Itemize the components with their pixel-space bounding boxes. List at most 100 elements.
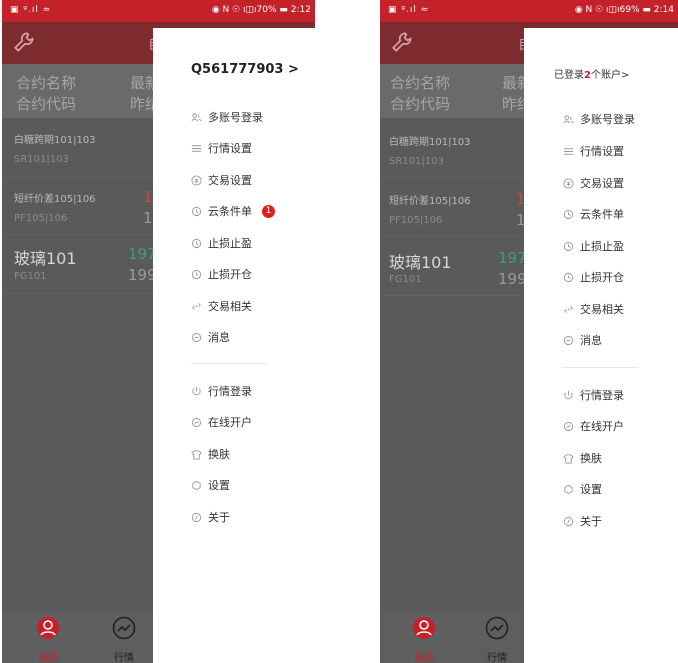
id-icon [563, 421, 574, 431]
clock-icon [191, 269, 202, 279]
menu-label: 行情登录 [208, 385, 252, 398]
column-code: 合约代码 [390, 95, 451, 113]
contract-name: 短纤价差105|106 [389, 196, 471, 207]
wrench-icon[interactable] [390, 29, 416, 55]
contract-code: FG101 [389, 274, 422, 285]
menu-label: 关于 [580, 515, 602, 528]
contract-code: PF105|106 [389, 215, 443, 226]
menu-item-messages[interactable]: 消息 [191, 327, 230, 347]
status-icons-right: ◉ N ☉ ı◫ı70% ▬ 2:12 [211, 5, 311, 15]
trend-icon [485, 616, 509, 640]
login-icon [192, 386, 201, 395]
column-name: 合约名称 [390, 74, 451, 92]
menu-item-settings[interactable]: 设置 [191, 475, 230, 495]
tab-market[interactable]: 行情 [94, 610, 154, 663]
menu-item-market-settings[interactable]: 行情设置 [563, 141, 624, 161]
menu-item-multi-account-login[interactable]: 多账号登录 [563, 109, 635, 129]
phone-screen-left: ▣ ᵍ.ıl ≈ ◉ N ☉ ı◫ı70% ▬ 2:12 自 合约名称 合约代码… [2, 0, 315, 663]
contract-name: 短纤价差105|106 [14, 194, 96, 205]
menu-label: 消息 [208, 331, 230, 344]
wrench-icon[interactable] [12, 29, 38, 55]
users-icon [191, 112, 202, 121]
menu-item-settings[interactable]: 设置 [563, 479, 602, 499]
menu-item-online-account-opening[interactable]: 在线开户 [191, 412, 252, 432]
clock-icon [563, 272, 574, 282]
users-icon [563, 114, 574, 123]
info-icon [563, 516, 574, 526]
side-drawer: Q561777903 > 多账号登录 行情设置 交易设置 云条件单 1 止损止盈… [153, 28, 315, 663]
menu-item-multi-account-login[interactable]: 多账号登录 [191, 107, 263, 127]
menu-label: 止损止盈 [208, 237, 252, 250]
settings-icon [192, 480, 201, 490]
menu-item-stop-loss-take-profit[interactable]: 止损止盈 [191, 233, 252, 253]
menu-label: 交易相关 [208, 300, 252, 313]
account-suffix: 个账户> [590, 70, 630, 81]
tab-market[interactable]: 行情 [467, 610, 527, 663]
settings-icon [564, 484, 573, 494]
menu-item-change-skin[interactable]: 换肤 [191, 444, 230, 464]
menu-item-cloud-conditional-order[interactable]: 云条件单 [563, 204, 624, 224]
menu-item-stop-loss-take-profit[interactable]: 止损止盈 [563, 236, 624, 256]
latest-price: 1 [143, 188, 153, 206]
menu-divider [562, 367, 638, 368]
menu-label: 交易设置 [208, 174, 252, 187]
tab-label: 行情 [114, 653, 134, 663]
link-icon [192, 302, 201, 310]
clock-icon [191, 206, 202, 216]
menu-item-about[interactable]: 关于 [563, 511, 602, 531]
user-icon [413, 617, 435, 639]
side-drawer: 已登录2个账户> 多账号登录 行情设置 交易设置 云条件单 止损止盈 止损开仓 … [524, 28, 678, 663]
tab-label: 行情 [487, 653, 507, 663]
menu-label: 换肤 [580, 452, 602, 465]
menu-item-market-settings[interactable]: 行情设置 [191, 138, 252, 158]
menu-label: 设置 [208, 479, 230, 492]
menu-item-trade-settings[interactable]: 交易设置 [563, 173, 624, 193]
menu-item-stop-loss-open[interactable]: 止损开仓 [191, 264, 252, 284]
menu-item-online-account-opening[interactable]: 在线开户 [563, 416, 624, 436]
contract-name: 白糖跨期101|103 [14, 135, 96, 146]
menu-item-change-skin[interactable]: 换肤 [563, 448, 602, 468]
message-icon [191, 332, 202, 342]
menu-label: 设置 [580, 483, 602, 496]
contract-code: SR101|103 [14, 154, 69, 165]
latest-price: 197 [498, 249, 527, 267]
user-icon [37, 617, 59, 639]
status-bar: ▣ ᵍ.ıl ≈ ◉ N ☉ ı◫ı69% ▬ 2:14 [380, 0, 678, 22]
menu-label: 交易相关 [580, 303, 624, 316]
tab-watchlist[interactable]: 自选 [394, 610, 454, 663]
menu-item-trade-settings[interactable]: 交易设置 [191, 170, 252, 190]
tab-label: 自选 [38, 653, 58, 663]
contract-code: FG101 [14, 271, 47, 282]
menu-label: 在线开户 [208, 416, 252, 429]
menu-label: 云条件单 [208, 205, 252, 218]
contract-name: 玻璃101 [14, 249, 77, 268]
clock-icon [191, 238, 202, 248]
menu-item-trade-related[interactable]: 交易相关 [563, 299, 624, 319]
menu-label: 行情设置 [208, 142, 252, 155]
menu-label: 行情设置 [580, 145, 624, 158]
notification-badge: 1 [262, 204, 275, 218]
account-link[interactable]: Q561777903 > [191, 62, 299, 77]
menu-item-market-login[interactable]: 行情登录 [191, 381, 252, 401]
menu-item-market-login[interactable]: 行情登录 [563, 385, 624, 405]
menu-label: 关于 [208, 511, 230, 524]
menu-label: 多账号登录 [208, 111, 263, 124]
account-link[interactable]: 已登录2个账户> [554, 66, 629, 81]
id-icon [191, 417, 202, 427]
menu-item-messages[interactable]: 消息 [563, 330, 602, 350]
menu-item-about[interactable]: 关于 [191, 507, 230, 527]
contract-code: SR101|103 [389, 156, 444, 167]
sliders-icon [191, 144, 202, 152]
coin-icon [563, 177, 574, 189]
menu-label: 交易设置 [580, 177, 624, 190]
menu-item-trade-related[interactable]: 交易相关 [191, 296, 252, 316]
menu-item-stop-loss-open[interactable]: 止损开仓 [563, 267, 624, 287]
coin-icon [191, 174, 202, 186]
menu-divider [191, 363, 267, 364]
menu-item-cloud-conditional-order[interactable]: 云条件单 1 [191, 201, 275, 221]
login-icon [564, 390, 573, 399]
menu-label: 换肤 [208, 448, 230, 461]
contract-name: 玻璃101 [389, 253, 452, 272]
tab-watchlist[interactable]: 自选 [18, 610, 78, 663]
clock-icon [563, 209, 574, 219]
